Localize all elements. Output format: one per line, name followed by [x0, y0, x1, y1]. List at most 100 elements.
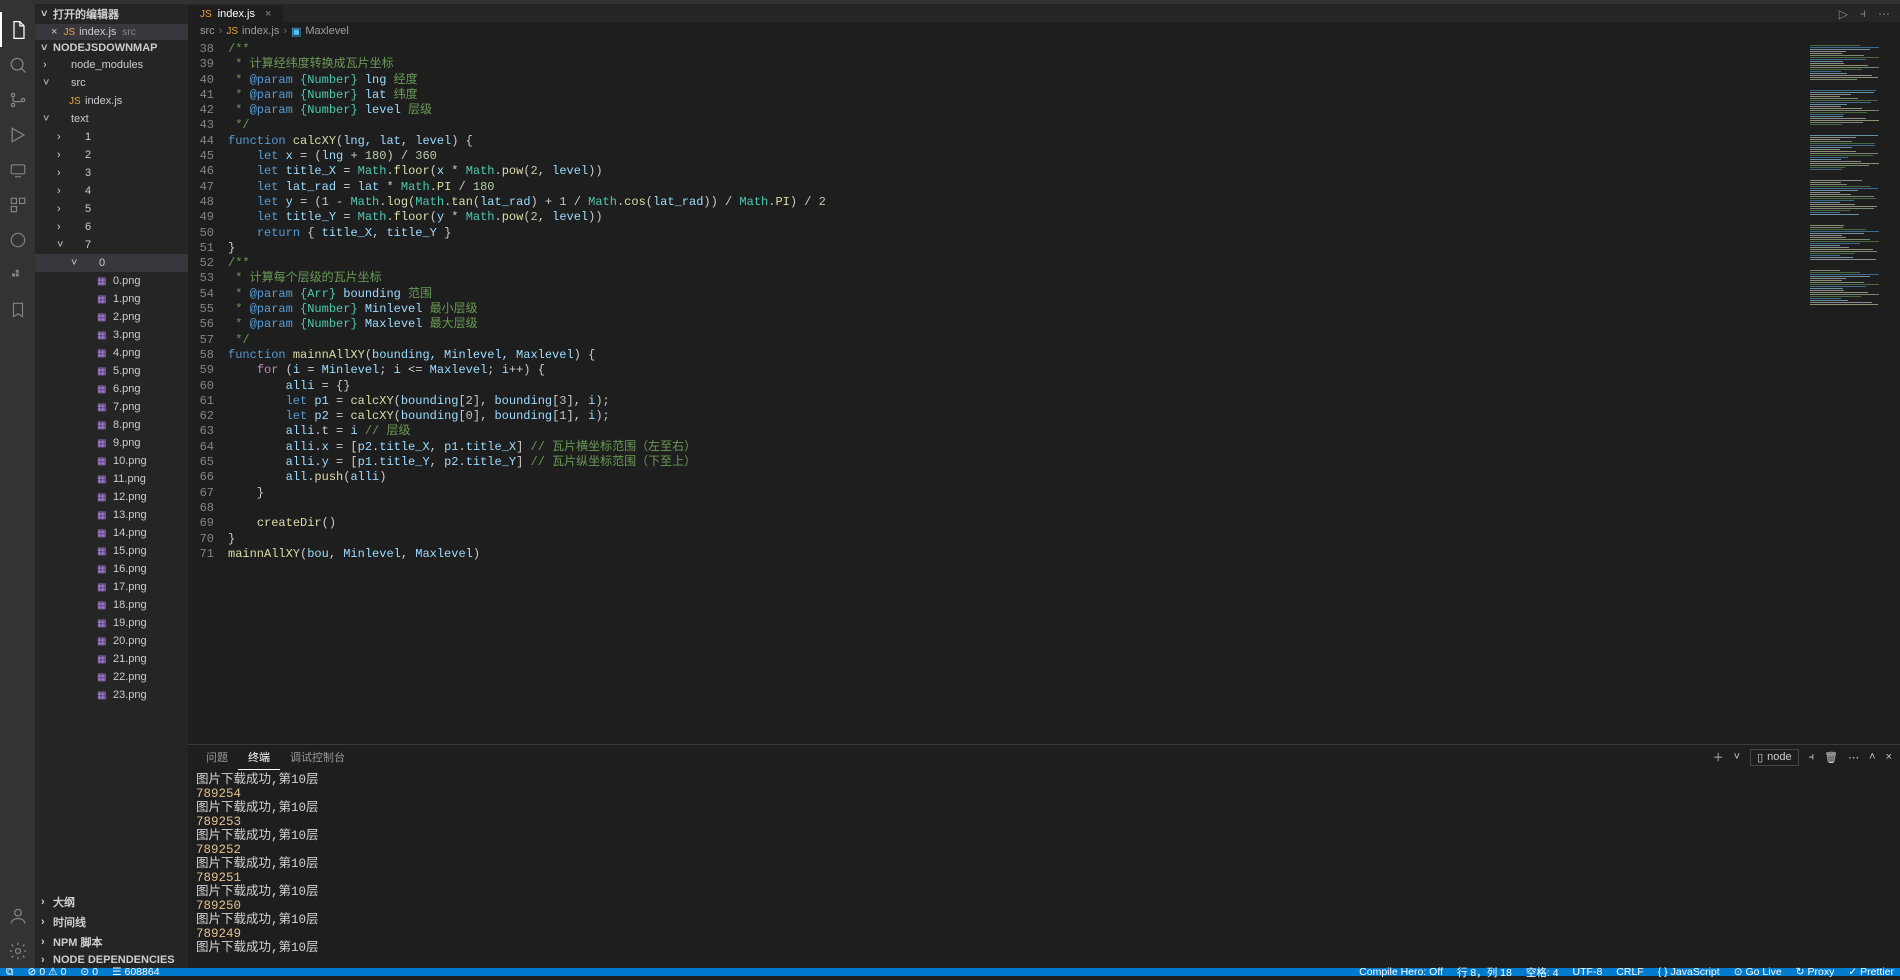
bookmark-icon[interactable] [0, 292, 35, 327]
cursor-position[interactable]: 行 8，列 18 [1457, 965, 1512, 980]
breadcrumb-part[interactable]: index.js [242, 25, 279, 37]
tree-row[interactable]: ▦11.png [35, 470, 188, 488]
open-editors-label: 打开的编辑器 [53, 6, 119, 22]
tab-problems[interactable]: 问题 [196, 745, 238, 769]
explorer-tree: ›node_modules˅src JSindex.js˅text›1›2›3›… [35, 56, 188, 892]
run-icon[interactable]: ▷ [1839, 7, 1848, 22]
breadcrumb-part[interactable]: src [200, 25, 215, 37]
tree-row[interactable]: ▦5.png [35, 362, 188, 380]
split-icon[interactable]: ⫞ [1860, 7, 1866, 22]
tree-row[interactable]: ˅src [35, 74, 188, 92]
tree-row[interactable]: ˅text [35, 110, 188, 128]
tree-row[interactable]: ▦2.png [35, 308, 188, 326]
tree-row[interactable]: ▦14.png [35, 524, 188, 542]
timeline-header[interactable]: ›时间线 [35, 912, 188, 932]
tree-row[interactable]: ›6 [35, 218, 188, 236]
close-icon[interactable]: × [51, 26, 57, 38]
extensions-icon[interactable] [0, 187, 35, 222]
tree-row[interactable]: ›node_modules [35, 56, 188, 74]
tree-row[interactable]: ▦17.png [35, 578, 188, 596]
chevron-right-icon: › [283, 25, 287, 37]
tree-row[interactable]: ▦3.png [35, 326, 188, 344]
prettier-status[interactable]: ✓ Prettier [1848, 965, 1894, 980]
json-icon[interactable] [0, 222, 35, 257]
breadcrumbs[interactable]: src › JS index.js › ▣ Maxlevel [188, 22, 1900, 40]
close-panel-icon[interactable]: × [1886, 751, 1892, 763]
tree-row[interactable]: ▦0.png [35, 272, 188, 290]
tree-row[interactable]: ˅7 [35, 236, 188, 254]
compile-hero-status[interactable]: Compile Hero: Off [1359, 965, 1443, 980]
tree-row[interactable]: ▦16.png [35, 560, 188, 578]
golive-status[interactable]: ⊙ Go Live [1734, 965, 1782, 980]
tree-row[interactable]: ›3 [35, 164, 188, 182]
tree-row[interactable]: ▦1.png [35, 290, 188, 308]
remote-status[interactable]: ⧉ [6, 966, 14, 979]
open-editors-header[interactable]: ˅打开的编辑器 [35, 4, 188, 24]
tree-row[interactable]: ▦21.png [35, 650, 188, 668]
port-status[interactable]: ⊙ 0 [80, 966, 98, 978]
open-editor-path: src [122, 27, 135, 38]
breadcrumb-part[interactable]: Maxlevel [305, 25, 348, 37]
tree-row[interactable]: ▦15.png [35, 542, 188, 560]
tree-row[interactable]: ▦7.png [35, 398, 188, 416]
tree-row[interactable]: ›4 [35, 182, 188, 200]
tree-row[interactable]: ▦13.png [35, 506, 188, 524]
errors-status[interactable]: ⊘ 0 ⚠ 0 [28, 966, 67, 978]
eol-status[interactable]: CRLF [1616, 965, 1643, 980]
tree-row[interactable]: ▦10.png [35, 452, 188, 470]
status-bar: ⧉ ⊘ 0 ⚠ 0 ⊙ 0 ☰ 608864 Compile Hero: Off… [0, 968, 1900, 976]
remote-icon[interactable] [0, 152, 35, 187]
project-name: NODEJSDOWNMAP [53, 42, 158, 54]
encoding-status[interactable]: UTF-8 [1573, 965, 1603, 980]
settings-icon[interactable] [0, 933, 35, 968]
close-icon[interactable]: × [265, 8, 271, 20]
tree-row[interactable]: ▦8.png [35, 416, 188, 434]
tab-terminal[interactable]: 终端 [238, 745, 280, 770]
bottom-panel: 问题 终端 调试控制台 ＋ ˅ ▯ node ⫞ 🗑 ⋯ ˄ × 图片下 [188, 744, 1900, 968]
npm-header[interactable]: ›NPM 脚本 [35, 932, 188, 952]
docker-icon[interactable] [0, 257, 35, 292]
tree-row[interactable]: ▦18.png [35, 596, 188, 614]
explorer-icon[interactable] [0, 12, 35, 47]
count-status[interactable]: ☰ 608864 [112, 966, 159, 978]
terminal-output[interactable]: 图片下载成功,第10层789254图片下载成功,第10层789253图片下载成功… [188, 769, 1900, 968]
tree-row[interactable]: ▦9.png [35, 434, 188, 452]
open-editor-name: index.js [79, 26, 116, 38]
code-content[interactable]: /** * 计算经纬度转换成瓦片坐标 * @param {Number} lng… [228, 40, 1805, 744]
tree-row[interactable]: ›1 [35, 128, 188, 146]
debug-icon[interactable] [0, 117, 35, 152]
tree-row[interactable]: ▦19.png [35, 614, 188, 632]
editor-body[interactable]: 38 39 40 41 42 43 44 45 46 47 48 49 50 5… [188, 40, 1900, 744]
search-icon[interactable] [0, 47, 35, 82]
tab-debug[interactable]: 调试控制台 [280, 745, 355, 769]
outline-header[interactable]: ›大纲 [35, 892, 188, 912]
tree-row[interactable]: ▦23.png [35, 686, 188, 704]
tree-row[interactable]: ›5 [35, 200, 188, 218]
tree-row[interactable]: ▦20.png [35, 632, 188, 650]
trash-icon[interactable]: 🗑 [1824, 751, 1838, 764]
tab-indexjs[interactable]: JS index.js × [188, 6, 283, 22]
language-status[interactable]: { } JavaScript [1658, 965, 1720, 980]
indentation-status[interactable]: 空格: 4 [1526, 965, 1559, 980]
more-icon[interactable]: ⋯ [1878, 7, 1890, 22]
tree-row[interactable]: ▦22.png [35, 668, 188, 686]
proxy-status[interactable]: ↻ Proxy [1796, 965, 1835, 980]
tree-row[interactable]: ▦4.png [35, 344, 188, 362]
open-editor-item[interactable]: × JS index.js src [35, 24, 188, 40]
dropdown-icon[interactable]: ˅ [1734, 751, 1740, 763]
add-terminal-icon[interactable]: ＋ [1713, 749, 1724, 765]
tree-row[interactable]: ˅0 [35, 254, 188, 272]
maximize-icon[interactable]: ˄ [1869, 751, 1875, 763]
split-terminal-icon[interactable]: ⫞ [1809, 751, 1815, 764]
more-icon[interactable]: ⋯ [1848, 751, 1859, 764]
account-icon[interactable] [0, 898, 35, 933]
terminal-selector[interactable]: ▯ node [1750, 749, 1799, 766]
source-control-icon[interactable] [0, 82, 35, 117]
tree-row[interactable]: ▦6.png [35, 380, 188, 398]
tree-row[interactable]: ▦12.png [35, 488, 188, 506]
js-icon: JS [226, 26, 238, 37]
tree-row[interactable]: ›2 [35, 146, 188, 164]
tree-row[interactable]: JSindex.js [35, 92, 188, 110]
minimap[interactable] [1805, 40, 1900, 744]
project-header[interactable]: ˅NODEJSDOWNMAP [35, 40, 188, 56]
